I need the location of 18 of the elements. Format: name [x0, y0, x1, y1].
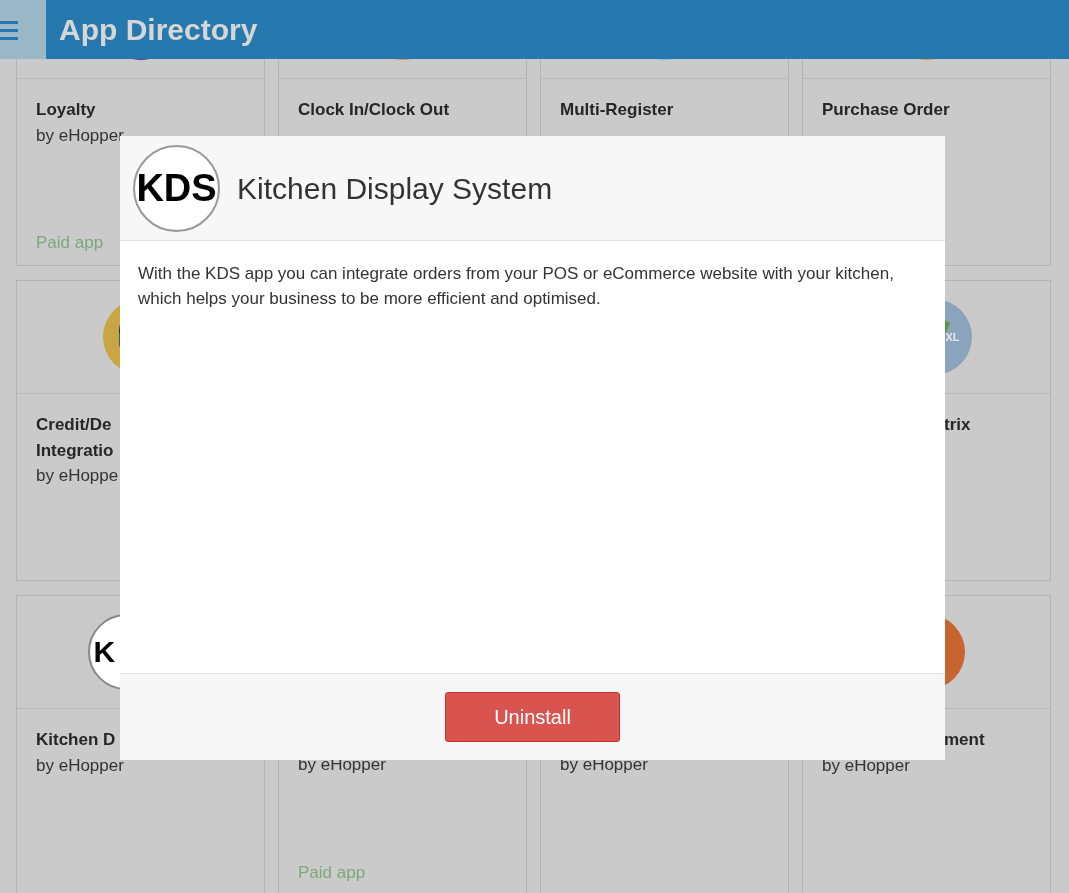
app-title: Clock In/Clock Out — [298, 100, 450, 119]
app-title: ment — [944, 730, 985, 749]
app-title: Credit/De Integratio — [36, 415, 114, 460]
app-title: trix — [944, 415, 971, 434]
app-author: by eHopper — [36, 754, 125, 777]
paid-label: Paid app — [36, 232, 105, 254]
paid-label: Paid app — [298, 862, 367, 884]
app-title: Kitchen D — [36, 730, 116, 749]
page-title: App Directory — [59, 12, 258, 48]
app-logo: KDS — [133, 144, 220, 232]
app-description: With the KDS app you can integrate orders from your POS or eCommerce website with your kitchen, which helps your business to be more efficient and optimised. — [138, 263, 895, 310]
app-title: Loyalty — [36, 100, 96, 119]
dialog-title: Kitchen Display System — [237, 170, 553, 207]
app-title: Multi-Register — [560, 100, 674, 119]
app-title: Purchase Order — [822, 100, 950, 119]
app-author: by eHopper — [36, 124, 125, 147]
app-author: by eHoppe — [36, 465, 120, 487]
app-author: by eHopper — [822, 754, 911, 777]
